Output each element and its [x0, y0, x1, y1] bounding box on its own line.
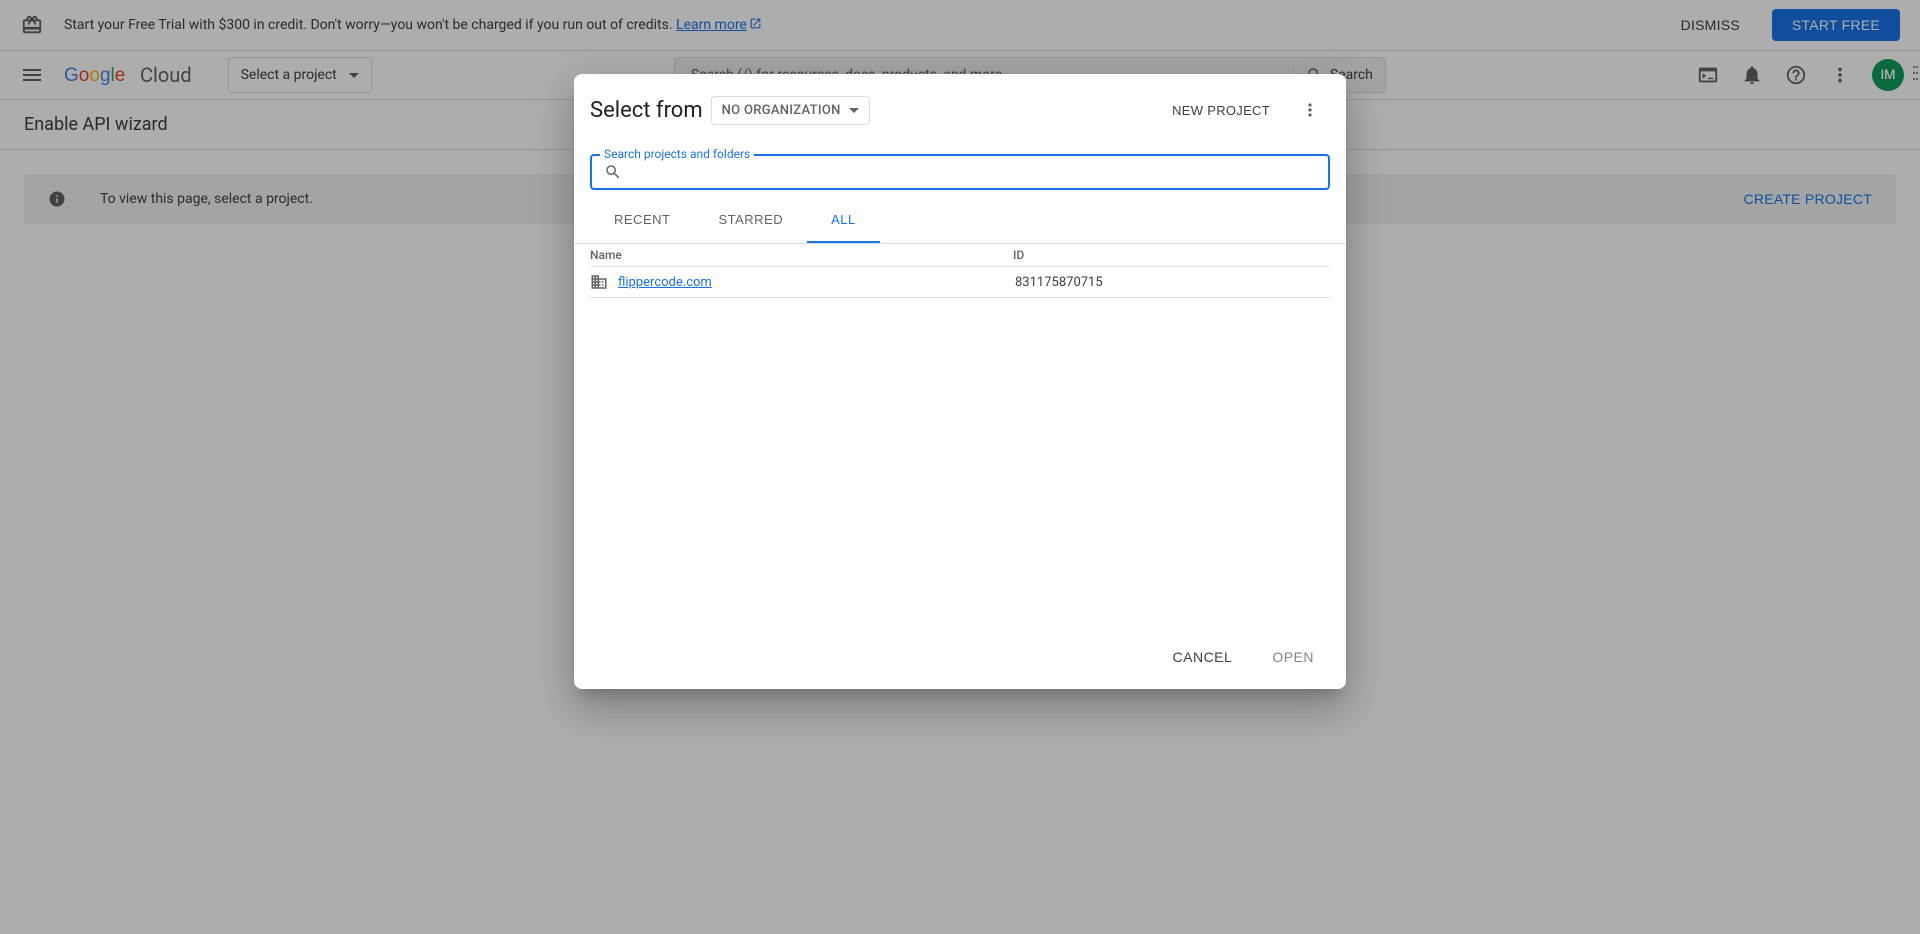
modal-more-button[interactable]: [1290, 90, 1330, 130]
table-row[interactable]: flippercode.com 831175870715: [590, 267, 1330, 298]
modal-title: Select from: [590, 98, 703, 123]
dropdown-icon: [849, 108, 859, 113]
modal-tabs: RECENT STARRED ALL: [574, 198, 1346, 244]
modal-footer: CANCEL OPEN: [574, 625, 1346, 689]
modal-overlay[interactable]: Select from NO ORGANIZATION NEW PROJECT …: [0, 0, 1920, 934]
modal-table: Name ID flippercode.com 831175870715: [574, 244, 1346, 625]
cancel-button[interactable]: CANCEL: [1157, 641, 1249, 673]
search-icon: [604, 163, 622, 181]
tab-recent[interactable]: RECENT: [590, 198, 694, 243]
modal-header: Select from NO ORGANIZATION NEW PROJECT: [574, 74, 1346, 138]
project-link[interactable]: flippercode.com: [618, 275, 712, 290]
modal-search-input[interactable]: [630, 164, 1316, 180]
search-label: Search projects and folders: [600, 147, 754, 161]
new-project-button[interactable]: NEW PROJECT: [1160, 95, 1282, 126]
col-name-header: Name: [590, 248, 1013, 262]
modal-search-wrap: Search projects and folders: [574, 138, 1346, 198]
more-vert-icon: [1300, 100, 1320, 120]
open-button[interactable]: OPEN: [1256, 641, 1330, 673]
project-select-modal: Select from NO ORGANIZATION NEW PROJECT …: [574, 74, 1346, 689]
tab-starred[interactable]: STARRED: [694, 198, 807, 243]
org-selector[interactable]: NO ORGANIZATION: [711, 96, 870, 125]
project-id: 831175870715: [1015, 275, 1330, 290]
col-id-header: ID: [1013, 248, 1330, 262]
organization-icon: [590, 273, 608, 291]
table-header: Name ID: [590, 244, 1330, 267]
tab-all[interactable]: ALL: [807, 198, 880, 243]
